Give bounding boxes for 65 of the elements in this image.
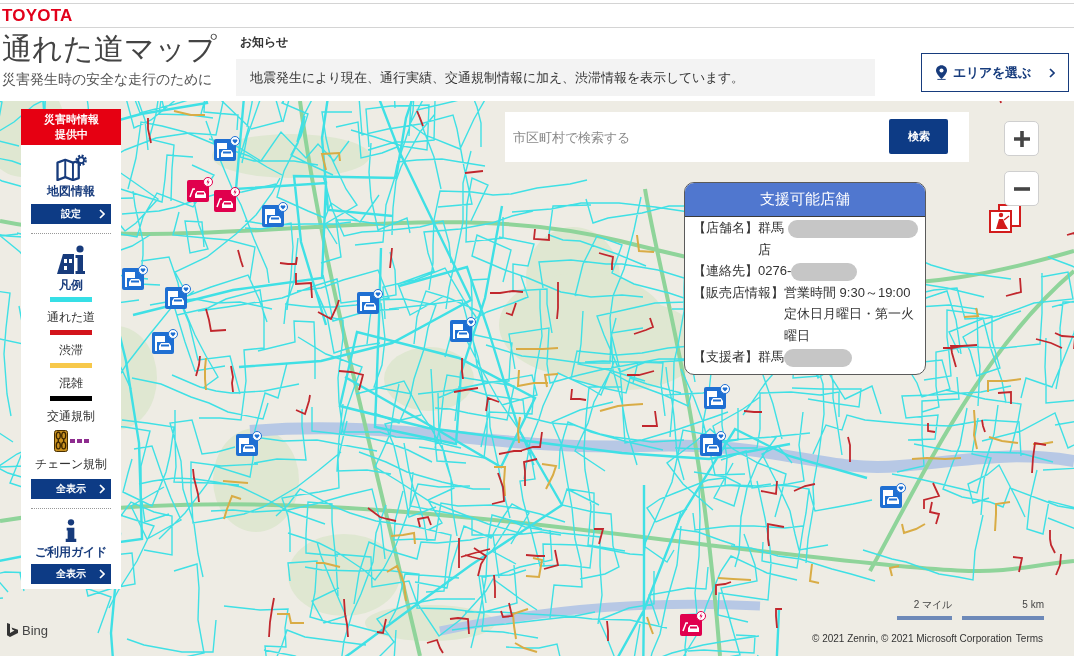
search-button[interactable]: 検索 — [889, 119, 948, 154]
charging-car-marker-icon[interactable] — [187, 177, 213, 203]
field-value: 営業時間 9:30～19:00 — [784, 284, 911, 300]
scale-bar — [897, 616, 952, 620]
disaster-info-banner[interactable]: 災害時情報 提供中 — [21, 109, 121, 145]
show-all-button[interactable]: 全表示 — [31, 478, 111, 499]
chain-icon — [53, 429, 68, 452]
provider-logo-text: Bing — [22, 623, 49, 637]
legend-label: チェーン規制 — [35, 456, 107, 471]
map-gear-icon — [54, 154, 88, 181]
legend-label: 通れた道 — [47, 309, 95, 324]
store-marker-icon[interactable] — [262, 202, 288, 228]
store-marker-icon[interactable] — [880, 483, 906, 509]
field-value: 0276- — [758, 263, 792, 278]
area-select-button[interactable]: エリアを選ぶ — [921, 53, 1069, 92]
legend-board-icon — [56, 244, 86, 275]
field-label: 【連絡先】 — [693, 262, 758, 280]
chevron-right-icon — [1048, 67, 1055, 78]
field-label: 【店舗名】 — [693, 219, 758, 237]
field-value: 店 — [758, 240, 771, 259]
charging-car-marker-icon[interactable] — [680, 611, 706, 637]
popup-header: 支援可能店舗 — [685, 183, 925, 217]
brand-logo[interactable]: TOYOTA — [2, 7, 73, 24]
chevron-right-icon — [99, 483, 105, 494]
legend-label: 渋滞 — [59, 342, 83, 357]
store-marker-icon[interactable] — [122, 265, 148, 291]
section-title: 地図情報 — [47, 185, 95, 199]
chevron-right-icon — [99, 208, 105, 219]
store-marker-icon[interactable] — [450, 317, 476, 343]
legend-label: 交通規制 — [47, 408, 95, 423]
show-all-button[interactable]: 全表示 — [31, 564, 111, 585]
section-title: ご利用ガイド — [35, 545, 107, 560]
store-marker-icon[interactable] — [700, 431, 726, 457]
field-value: 群馬 — [758, 220, 784, 235]
scale-label: 2 マイル — [913, 599, 952, 611]
section-title: 凡例 — [59, 278, 83, 293]
minus-icon — [1013, 186, 1030, 191]
field-value: 定休日月曜日・第一火曜日 — [784, 305, 915, 345]
legend-label: 混雑 — [59, 375, 83, 390]
terms-link[interactable]: Terms — [1015, 633, 1044, 645]
scale-label: 5 km — [1022, 599, 1044, 611]
b-logo-icon — [7, 623, 18, 637]
page-subtitle: 災害発生時の安全な走行のために — [2, 71, 213, 88]
store-marker-icon[interactable] — [165, 284, 191, 310]
notice-message: 地震発生により現在、通行実績、交通規制情報に加え、渋滞情報を表示しています。 — [236, 59, 875, 96]
store-marker-icon[interactable] — [214, 136, 240, 162]
store-marker-icon[interactable] — [236, 431, 262, 457]
zoom-out-button[interactable] — [1004, 171, 1039, 206]
field-value: 群馬 — [758, 349, 784, 364]
store-marker-icon[interactable] — [152, 329, 178, 355]
field-label: 【販売店情報】 — [693, 283, 784, 302]
notice-heading: お知らせ — [239, 35, 288, 50]
settings-button[interactable]: 設定 — [31, 203, 111, 224]
location-pin-icon — [935, 65, 947, 80]
info-icon — [64, 518, 78, 542]
plus-icon — [1013, 130, 1030, 147]
copyright-text: © 2021 Zenrin, © 2021 Microsoft Corporation — [812, 633, 1012, 645]
zoom-in-button[interactable] — [1004, 121, 1039, 156]
page-title: 通れた道マップ — [2, 32, 218, 65]
charging-car-marker-icon[interactable] — [214, 187, 240, 213]
construction-icon[interactable] — [988, 204, 1022, 234]
chevron-right-icon — [99, 569, 105, 580]
store-marker-icon[interactable] — [704, 384, 730, 410]
field-label: 【支援者】 — [693, 348, 758, 366]
store-marker-icon[interactable] — [357, 289, 383, 315]
